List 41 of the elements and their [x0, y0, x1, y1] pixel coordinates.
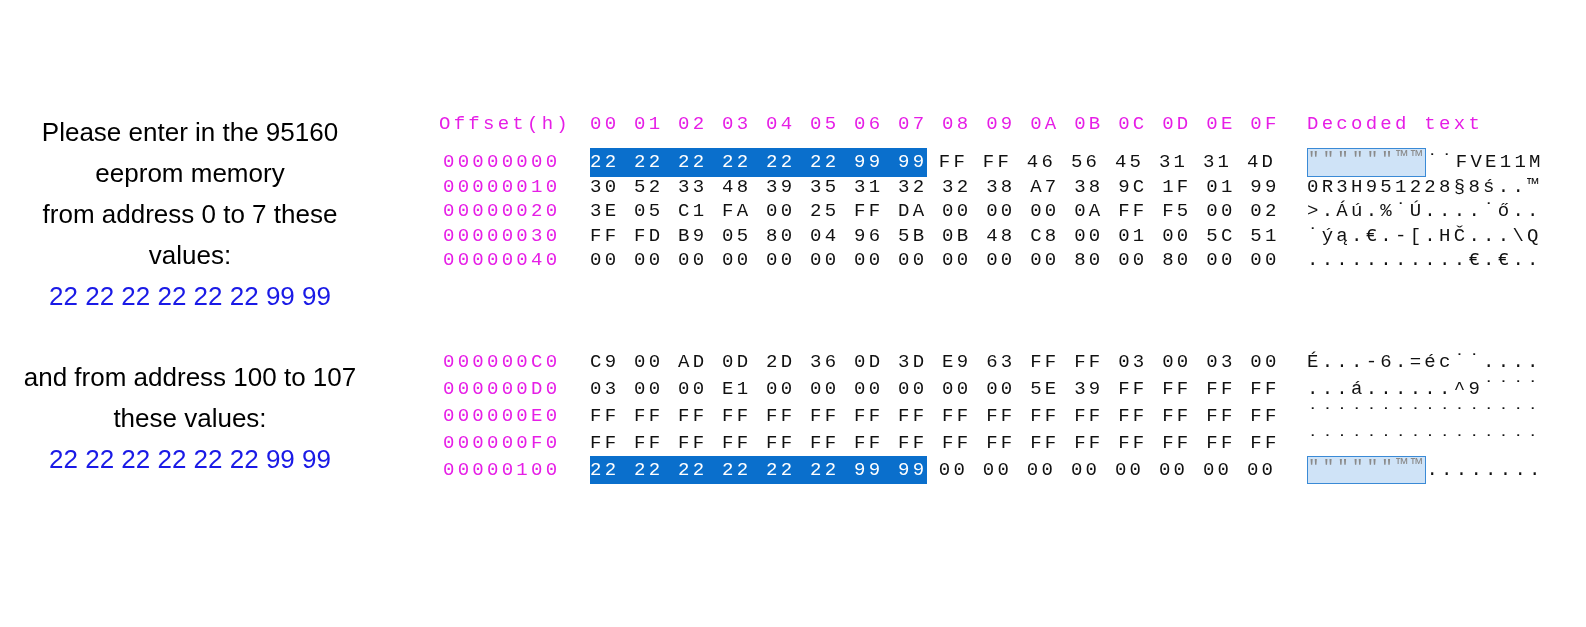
decoded-text: ........	[1426, 457, 1544, 483]
hex-bytes: FF FF FF FF FF FF FF FF FF FF FF FF FF FF FF FF	[590, 430, 1280, 456]
selected-bytes: 22 22 22 22 22 22 99 99	[590, 148, 928, 177]
hex-bytes: 03 00 00 E1 00 00 00 00 00 00 5E 39 FF FF FF FF	[590, 376, 1280, 402]
offset-label: 000000C0	[443, 349, 562, 375]
offset-label: 00000030	[443, 223, 562, 249]
decoded-text: ˙˙FVE11M	[1426, 150, 1544, 175]
offset-label: 00000040	[443, 248, 562, 273]
byte-values: 22 22 22 22 22 22 99 99	[49, 280, 331, 313]
decoded-text: ˙˙˙˙˙˙˙˙˙˙˙˙˙˙˙˙	[1307, 430, 1542, 456]
hex-bytes: C9 00 AD 0D 2D 36 0D 3D E9 63 FF FF 03 00 03 00	[590, 349, 1280, 375]
decoded-text: ˙˙˙˙˙˙˙˙˙˙˙˙˙˙˙˙	[1307, 403, 1542, 429]
decoded-text: >.Áú.%˙Ú....˙ő..	[1307, 199, 1542, 224]
hex-bytes: 30 52 33 48 39 35 31 32 32 38 A7 38 9C 1F 01 99	[590, 174, 1280, 200]
hex-bytes: FF FF FF FF FF FF FF FF FF FF FF FF FF FF FF FF	[590, 403, 1280, 429]
decoded-header: Decoded text	[1307, 111, 1484, 137]
column-header: 00 01 02 03 04 05 06 07 08 09 0A 0B 0C 0D 0E 0F	[590, 111, 1281, 137]
offset-label: 000000E0	[443, 403, 562, 429]
hex-bytes: FF FD B9 05 80 04 96 5B 0B 48 C8 00 01 00 5C 51	[590, 223, 1280, 249]
hex-bytes: 3E 05 C1 FA 00 25 FF DA 00 00 00 0A FF F5 00 02	[590, 199, 1280, 224]
offset-label: 00000000	[443, 150, 562, 175]
offset-label: 000000F0	[443, 430, 562, 456]
decoded-text: ...á......^9˙˙˙˙	[1307, 376, 1542, 402]
hex-bytes: 00 00 00 00 00 00 00 00	[938, 457, 1277, 483]
offset-header: Offset(h)	[439, 111, 573, 137]
selected-decoded-text: """"""™™	[1307, 455, 1427, 485]
hex-bytes: FF FF 46 56 45 31 31 4D	[938, 150, 1277, 175]
offset-label: 000000D0	[443, 376, 562, 402]
selected-decoded-text: """"""™™	[1307, 148, 1427, 177]
decoded-text: É...-6.=éc˙˙....	[1307, 349, 1542, 375]
instruction-text: and from address 100 to 107 these values:	[23, 361, 357, 435]
offset-label: 00000010	[443, 174, 562, 200]
decoded-text: 0R3H951228§8ś..™	[1307, 174, 1542, 200]
decoded-text: ˙ýą.€.-[.HČ...\Q	[1307, 223, 1542, 249]
decoded-text: ...........€.€..	[1307, 248, 1542, 273]
offset-label: 00000020	[443, 199, 562, 224]
byte-values: 22 22 22 22 22 22 99 99	[49, 443, 331, 476]
offset-label: 00000100	[443, 457, 562, 483]
hex-bytes: 00 00 00 00 00 00 00 00 00 00 00 80 00 80 00 00	[590, 248, 1280, 273]
instruction-text: Please enter in the 95160 eeprom memory from address 0 to 7 these values:	[41, 116, 339, 272]
selected-bytes: 22 22 22 22 22 22 99 99	[590, 455, 928, 485]
